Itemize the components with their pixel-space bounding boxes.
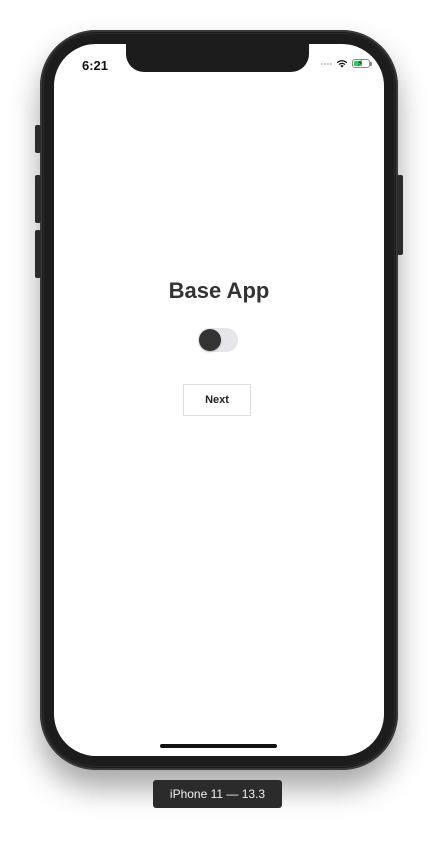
cellular-signal-icon: [321, 62, 332, 65]
mute-switch: [35, 125, 41, 153]
wifi-icon: [336, 60, 348, 68]
side-power-button: [397, 175, 403, 255]
volume-down-button: [35, 230, 41, 278]
home-indicator[interactable]: [160, 744, 277, 748]
app-title: Base App: [168, 278, 270, 303]
status-time: 6:21: [82, 58, 109, 73]
simulator-stage: 6:21 ⚡ Base App Next iPhone 11 — 13.3: [0, 0, 434, 843]
toggle-switch[interactable]: [198, 328, 238, 352]
battery-charging-icon: ⚡: [352, 58, 372, 68]
battery-cap: [370, 62, 372, 66]
next-button[interactable]: Next: [183, 384, 251, 416]
phone-screen: 6:21 ⚡ Base App Next: [54, 44, 384, 756]
volume-up-button: [35, 175, 41, 223]
toggle-knob: [199, 329, 221, 351]
status-icons: ⚡: [321, 58, 372, 68]
device-label: iPhone 11 — 13.3: [153, 780, 282, 808]
iphone-frame: 6:21 ⚡ Base App Next: [35, 30, 403, 770]
charging-bolt-icon: ⚡: [357, 58, 364, 68]
notch: [126, 44, 309, 72]
